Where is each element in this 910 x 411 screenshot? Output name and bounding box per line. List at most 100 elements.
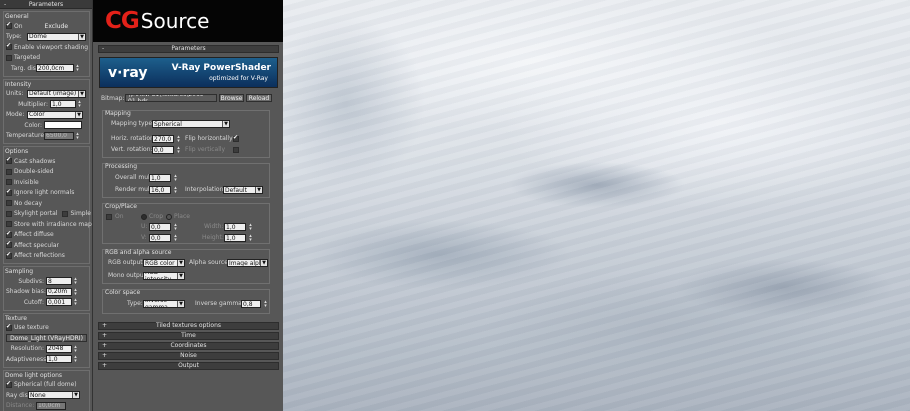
mapping-type-dropdown[interactable]: Spherical ▼ <box>152 120 230 128</box>
spinner-arrows-icon[interactable]: ▴ ▾ <box>73 298 78 307</box>
mode-dropdown[interactable]: Color ▼ <box>27 110 83 119</box>
ignore-light-normals-checkbox[interactable] <box>6 188 12 196</box>
u-spinner[interactable]: 0,0 <box>149 223 171 231</box>
spinner-arrows-icon[interactable]: ▴ ▾ <box>173 186 178 195</box>
no-decay-checkbox[interactable] <box>6 200 12 207</box>
color-space-type-dropdown[interactable]: Inverse gamma ▼ <box>143 300 185 308</box>
expand-icon[interactable]: + <box>102 323 107 329</box>
spinner-arrows-icon[interactable]: ▴ ▾ <box>248 223 253 232</box>
expand-icon[interactable]: + <box>102 333 107 339</box>
parameters-rollout-header[interactable]: - Parameters <box>0 0 92 9</box>
cutoff-spinner[interactable]: 0,001 <box>46 298 72 307</box>
targeted-checkbox[interactable] <box>6 54 12 61</box>
targ-dist-spinner[interactable]: 200,0cm <box>36 64 74 73</box>
render-mult-spinner[interactable]: 16,0 <box>149 186 171 194</box>
spinner-arrows-icon[interactable]: ▴ ▾ <box>73 287 78 296</box>
distance-spinner[interactable]: 10,0cm <box>36 401 66 410</box>
use-texture-checkbox[interactable] <box>6 323 12 331</box>
exclude-button[interactable]: Exclude <box>43 22 71 30</box>
rollout-tiled-textures[interactable]: + Tiled textures options <box>98 322 279 330</box>
rollout-coordinates[interactable]: + Coordinates <box>98 342 279 350</box>
inverse-gamma-spinner[interactable]: 0,8 <box>241 300 261 308</box>
rgb-alpha-group: RGB and alpha source RGB output: RGB col… <box>102 249 270 284</box>
interpolation-dropdown[interactable]: Default ▼ <box>223 186 263 194</box>
units-dropdown[interactable]: Default (image) ▼ <box>27 89 86 98</box>
cutoff-label: Cutoff: <box>23 298 44 306</box>
browse-button[interactable]: Browse <box>219 94 244 102</box>
crop-radio[interactable] <box>141 214 147 220</box>
horiz-rotation-spinner[interactable]: 270,0 <box>152 135 174 143</box>
color-swatch[interactable] <box>44 121 82 130</box>
spinner-arrows-icon[interactable]: ▴ ▾ <box>173 234 178 243</box>
multiplier-spinner[interactable]: 1,0 <box>50 100 76 109</box>
bitmap-path-button[interactable]: \\MAINPC1\Textures\2069-01.hdr <box>125 94 217 102</box>
double-sided-checkbox[interactable] <box>6 168 12 175</box>
on-checkbox[interactable] <box>6 21 12 30</box>
resolution-spinner[interactable]: 2048 <box>46 344 72 353</box>
rollout-output[interactable]: + Output <box>98 362 279 370</box>
group-title: Options <box>5 148 29 155</box>
adaptiveness-spinner[interactable]: 1,0 <box>46 355 72 364</box>
group-title: Sampling <box>5 268 34 275</box>
height-spinner[interactable]: 1,0 <box>224 234 246 242</box>
spherical-checkbox[interactable] <box>6 380 12 388</box>
rgb-output-dropdown[interactable]: RGB color ▼ <box>143 259 185 267</box>
spinner-arrows-icon[interactable]: ▴ ▾ <box>173 174 178 183</box>
chevron-down-icon: ▼ <box>222 121 229 127</box>
parameters-rollout-header[interactable]: - Parameters <box>98 45 279 53</box>
spinner-arrows-icon[interactable]: ▴ ▾ <box>173 223 178 232</box>
expand-icon[interactable]: + <box>102 343 107 349</box>
flip-vertically-checkbox[interactable] <box>233 147 239 153</box>
viewport-shading-checkbox[interactable] <box>6 42 12 51</box>
ray-dist-dropdown[interactable]: None ▼ <box>28 391 80 400</box>
spinner-arrows-icon[interactable]: ▴ ▾ <box>248 234 253 243</box>
width-spinner[interactable]: 1,0 <box>224 223 246 231</box>
resolution-label: Resolution: <box>10 345 44 353</box>
spinner-arrows-icon[interactable]: ▴ ▾ <box>176 135 181 144</box>
skylight-portal-checkbox[interactable] <box>6 210 12 217</box>
affect-specular-checkbox[interactable] <box>6 240 12 249</box>
spinner-arrows-icon[interactable]: ▴ ▾ <box>73 344 78 353</box>
expand-icon[interactable]: + <box>102 353 107 359</box>
crop-on-checkbox[interactable] <box>106 214 112 220</box>
reload-button[interactable]: Reload <box>246 94 272 102</box>
option-label: Affect specular <box>14 241 60 249</box>
chevron-down-icon: ▼ <box>177 260 184 266</box>
simple-checkbox[interactable] <box>62 210 69 217</box>
texture-map-button[interactable]: Dome_Light (VRayHDRI) <box>6 334 87 343</box>
alpha-source-dropdown[interactable]: Image alpha ▼ <box>227 259 268 267</box>
spinner-arrows-icon[interactable]: ▴ ▾ <box>75 131 80 140</box>
mono-output-dropdown[interactable]: RGB intensity ▼ <box>143 272 185 280</box>
affect-reflections-checkbox[interactable] <box>6 251 12 259</box>
temperature-spinner[interactable]: 6500,0 <box>44 131 74 140</box>
spinner-arrows-icon[interactable]: ▴ ▾ <box>77 100 82 109</box>
expand-icon[interactable]: + <box>102 363 107 369</box>
rollout-time[interactable]: + Time <box>98 332 279 340</box>
group-title: Intensity <box>5 80 32 88</box>
subdivs-spinner[interactable]: 8 <box>46 277 72 286</box>
overall-mult-spinner[interactable]: 1,0 <box>149 174 171 182</box>
shadow-bias-spinner[interactable]: 0,20m <box>46 287 72 296</box>
flip-horizontally-checkbox[interactable] <box>233 134 239 142</box>
rollout-title: Coordinates <box>170 342 207 349</box>
invisible-checkbox[interactable] <box>6 179 12 186</box>
type-dropdown[interactable]: Dome ▼ <box>27 32 86 41</box>
v-spinner[interactable]: 0,0 <box>149 234 171 242</box>
spinner-arrows-icon[interactable]: ▴ ▾ <box>73 277 78 286</box>
place-radio[interactable] <box>166 214 172 220</box>
use-texture-label: Use texture <box>14 324 49 332</box>
affect-diffuse-checkbox[interactable] <box>6 230 12 238</box>
rollout-title: Parameters <box>171 45 206 52</box>
collapse-icon[interactable]: - <box>102 46 104 52</box>
store-irradiance-checkbox[interactable] <box>6 221 12 228</box>
v-label: V: <box>141 234 147 241</box>
cast-shadows-checkbox[interactable] <box>6 156 12 165</box>
collapse-icon[interactable]: - <box>4 0 6 9</box>
spinner-arrows-icon[interactable]: ▴ ▾ <box>176 146 181 155</box>
rollout-title: Noise <box>180 352 197 359</box>
rollout-noise[interactable]: + Noise <box>98 352 279 360</box>
spinner-arrows-icon[interactable]: ▴ ▾ <box>73 355 78 364</box>
spinner-arrows-icon[interactable]: ▴ ▾ <box>263 300 268 309</box>
vert-rotation-spinner[interactable]: 0,0 <box>152 146 174 154</box>
spinner-arrows-icon[interactable]: ▴ ▾ <box>75 64 80 73</box>
